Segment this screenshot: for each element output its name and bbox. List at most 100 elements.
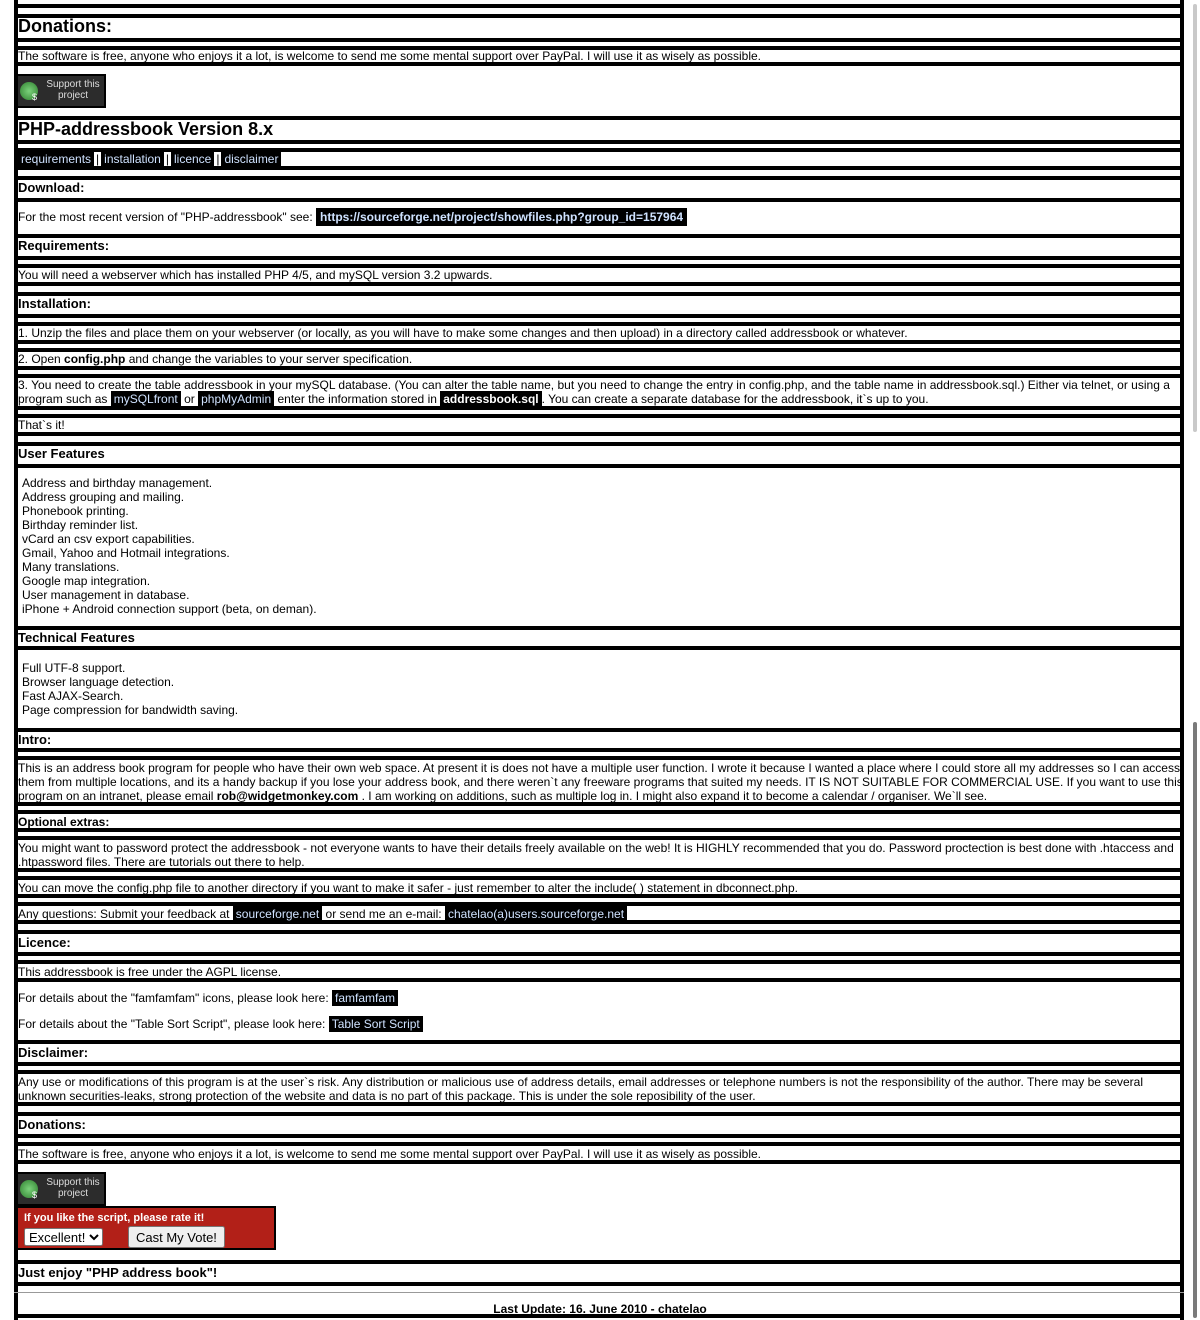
- list-item: Google map integration.: [22, 574, 151, 588]
- intro-text-part: program on an intranet, please email: [18, 789, 214, 803]
- list-item: Full UTF-8 support.: [22, 661, 126, 675]
- nav-separator: |: [165, 152, 169, 166]
- optional-para-2: You can move the config.php file to anot…: [18, 881, 798, 895]
- divider: [14, 4, 1184, 8]
- divider: [14, 282, 1184, 286]
- divider: [14, 292, 1184, 296]
- phpmyadmin-link[interactable]: phpMyAdmin: [198, 391, 275, 407]
- intro-line: This is an address book program for peop…: [18, 761, 1180, 775]
- step2-text: 2. Open: [18, 352, 61, 366]
- divider: [14, 756, 1184, 760]
- rating-title: If you like the script, please rate it!: [24, 1212, 205, 1224]
- technical-features-list: Full UTF-8 support. Browser language det…: [22, 661, 238, 717]
- famfamfam-text: For details about the "famfamfam" icons,…: [18, 991, 329, 1005]
- table-sort-text: For details about the "Table Sort Script…: [18, 1017, 326, 1031]
- section-nav: requirements | installation | licence | discla…: [18, 151, 282, 167]
- rating-select[interactable]: Excellent!: [24, 1228, 103, 1246]
- divider: [14, 1112, 1184, 1116]
- divider: [14, 406, 1184, 410]
- divider: [14, 626, 1184, 630]
- divider: [14, 836, 1184, 840]
- divider: [14, 176, 1184, 180]
- optional-line: You might want to password protect the a…: [18, 841, 1174, 855]
- divider: [14, 1040, 1184, 1044]
- divider: [14, 140, 1184, 144]
- donations-heading: Donations:: [18, 16, 112, 36]
- thats-it-text: That`s it!: [18, 418, 65, 432]
- divider: [14, 366, 1184, 370]
- divider: [14, 828, 1184, 832]
- divider: [14, 1142, 1184, 1146]
- installation-step-3: 3. You need to create the table addressb…: [18, 378, 1170, 392]
- requirements-heading: Requirements:: [18, 238, 110, 253]
- nav-link-installation[interactable]: installation: [101, 151, 164, 167]
- divider: [14, 1062, 1184, 1066]
- divider: [14, 1292, 1184, 1293]
- list-item: User management in database.: [22, 588, 190, 602]
- famfamfam-link[interactable]: famfamfam: [332, 990, 399, 1006]
- download-link[interactable]: https://sourceforge.net/project/showfile…: [316, 208, 688, 226]
- intro-line: them from multiple locations, and its a …: [18, 775, 1183, 789]
- config-filename: config.php: [64, 352, 126, 366]
- support-project-button[interactable]: $ Support this project: [16, 74, 106, 108]
- technical-features-heading: Technical Features: [18, 630, 135, 645]
- divider: [14, 728, 1184, 732]
- scrollbar[interactable]: [1186, 0, 1200, 1320]
- nav-link-licence[interactable]: licence: [170, 151, 215, 167]
- sourceforge-link[interactable]: sourceforge.net: [232, 906, 323, 922]
- email-link[interactable]: chatelao(a)users.sourceforge.net: [444, 906, 628, 922]
- dollar-icon: $: [32, 1190, 38, 1200]
- nav-link-requirements[interactable]: requirements: [18, 151, 95, 167]
- nav-link-disclaimer[interactable]: disclaimer: [221, 151, 282, 167]
- user-features-list: Address and birthday management. Address…: [22, 476, 317, 616]
- divider: [14, 340, 1184, 344]
- list-item: Phonebook printing.: [22, 504, 129, 518]
- download-text: For the most recent version of "PHP-addr…: [18, 210, 313, 224]
- divider: [14, 1282, 1184, 1286]
- divider: [14, 14, 1184, 18]
- download-row: For the most recent version of "PHP-addr…: [18, 208, 688, 226]
- dollar-icon: $: [32, 92, 38, 102]
- list-item: Browser language detection.: [22, 675, 175, 689]
- mysqlfront-link[interactable]: mySQLfront: [110, 391, 181, 407]
- divider: [14, 314, 1184, 318]
- list-item: Gmail, Yahoo and Hotmail integrations.: [22, 546, 230, 560]
- installation-step-2: 2. Open config.php and change the variab…: [18, 352, 412, 366]
- support-button-label: Support this project: [46, 1177, 100, 1199]
- divider: [14, 38, 1184, 42]
- optional-para-1: You might want to password protect the a…: [18, 841, 1178, 869]
- scrollbar-track-segment: [1193, 4, 1197, 432]
- last-update-footer: Last Update: 16. June 2010 - chatelao: [493, 1302, 707, 1316]
- divider: [14, 876, 1184, 880]
- donations-text: The software is free, anyone who enjoys …: [18, 1147, 762, 1161]
- list-item: vCard an csv export capabilities.: [22, 532, 195, 546]
- table-sort-link[interactable]: Table Sort Script: [328, 1016, 423, 1032]
- support-project-button[interactable]: $ Support this project: [16, 1172, 106, 1206]
- donations-heading: Donations:: [18, 1117, 86, 1132]
- divider: [14, 198, 1184, 202]
- divider: [14, 256, 1184, 260]
- licence-text: This addressbook is free under the AGPL …: [18, 965, 282, 979]
- disclaimer-line: Any use or modifications of this program…: [18, 1075, 1143, 1089]
- page-title: PHP-addressbook Version 8.x: [18, 119, 274, 139]
- famfamfam-row: For details about the "famfamfam" icons,…: [18, 990, 399, 1006]
- step2-text: and change the variables to your server …: [128, 352, 413, 366]
- divider: [14, 1070, 1184, 1074]
- divider: [14, 952, 1184, 956]
- divider: [14, 646, 1184, 650]
- list-item: Address grouping and mailing.: [22, 490, 185, 504]
- divider: [14, 930, 1184, 934]
- cast-vote-button[interactable]: Cast My Vote!: [128, 1226, 225, 1248]
- divider: [14, 960, 1184, 964]
- support-button-label: Support this project: [46, 79, 100, 101]
- list-item: Birthday reminder list.: [22, 518, 139, 532]
- optional-para-3: Any questions: Submit your feedback at s…: [18, 906, 628, 922]
- divider: [14, 1260, 1184, 1264]
- list-item: iPhone + Android connection support (bet…: [22, 602, 317, 616]
- optional-extras-heading: Optional extras:: [18, 815, 110, 829]
- enjoy-heading: Just enjoy "PHP address book"!: [18, 1265, 218, 1280]
- divider: [14, 464, 1184, 468]
- intro-text: This is an address book program for peop…: [18, 761, 1183, 803]
- divider: [14, 810, 1184, 814]
- scrollbar-thumb[interactable]: [1193, 722, 1197, 1318]
